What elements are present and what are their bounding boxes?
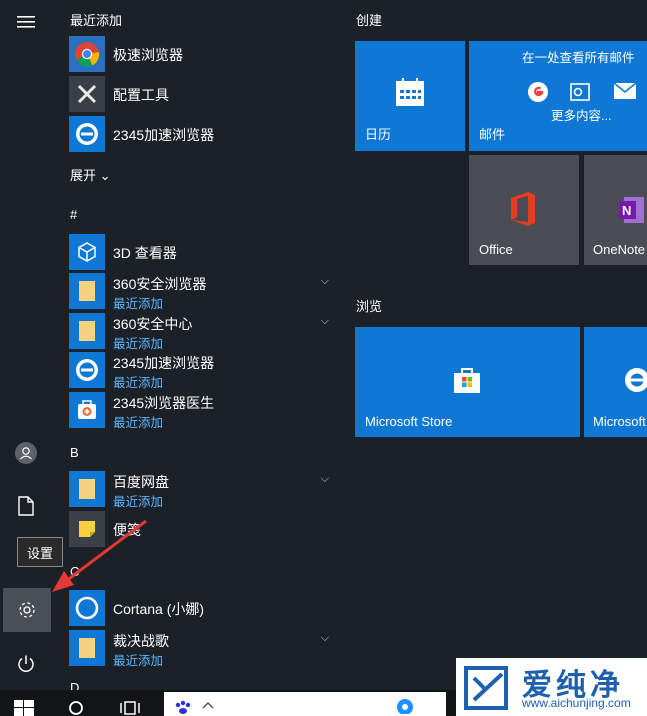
- section-create-header: 创建: [356, 13, 383, 28]
- search-icon: [69, 701, 83, 715]
- task-view-button[interactable]: [120, 700, 140, 716]
- watermark-logo-icon: [464, 666, 508, 710]
- envelope-icon: [613, 82, 637, 99]
- mail-tile[interactable]: 在一处查看所有邮件 更多内容... 邮件: [469, 41, 647, 151]
- google-icon: [528, 82, 548, 102]
- onenote-icon: N: [619, 197, 644, 223]
- task-view-icon: [120, 701, 140, 715]
- edge-tile[interactable]: Microsoft Edge: [584, 327, 647, 437]
- chevron-up-icon: [202, 701, 214, 709]
- outlook-icon: [570, 83, 590, 101]
- office-icon: [511, 192, 535, 226]
- mail-tile-more: 更多内容...: [551, 109, 612, 123]
- section-browse-header: 浏览: [356, 299, 383, 314]
- calendar-tile-label: 日历: [365, 127, 392, 142]
- onenote-tile-label: OneNote: [593, 242, 646, 257]
- mail-tile-headline: 在一处查看所有邮件: [522, 51, 635, 65]
- watermark-url: www.aichunjing.com: [522, 696, 631, 710]
- calendar-tile[interactable]: 日历: [355, 41, 465, 151]
- windows-logo-icon: [14, 700, 34, 716]
- edge-icon: [625, 368, 647, 392]
- assistant-icon: [397, 699, 413, 714]
- onenote-tile[interactable]: N OneNote: [584, 155, 647, 265]
- baidu-search-box[interactable]: [164, 692, 446, 716]
- baidu-paw-icon: [175, 700, 191, 714]
- windows-start-button[interactable]: [14, 700, 34, 716]
- search-button[interactable]: [67, 700, 85, 716]
- office-tile[interactable]: Office: [469, 155, 579, 265]
- calendar-icon: [396, 78, 424, 106]
- watermark: 爱纯净 www.aichunjing.com: [456, 658, 647, 716]
- store-tile-label: Microsoft Store: [365, 414, 453, 429]
- office-tile-label: Office: [479, 242, 513, 257]
- store-tile[interactable]: Microsoft Store: [355, 327, 580, 437]
- edge-tile-label: Microsoft Edge: [593, 414, 647, 429]
- svg-text:N: N: [622, 203, 631, 218]
- mail-tile-label: 邮件: [479, 127, 506, 142]
- store-bag-icon: [454, 368, 480, 393]
